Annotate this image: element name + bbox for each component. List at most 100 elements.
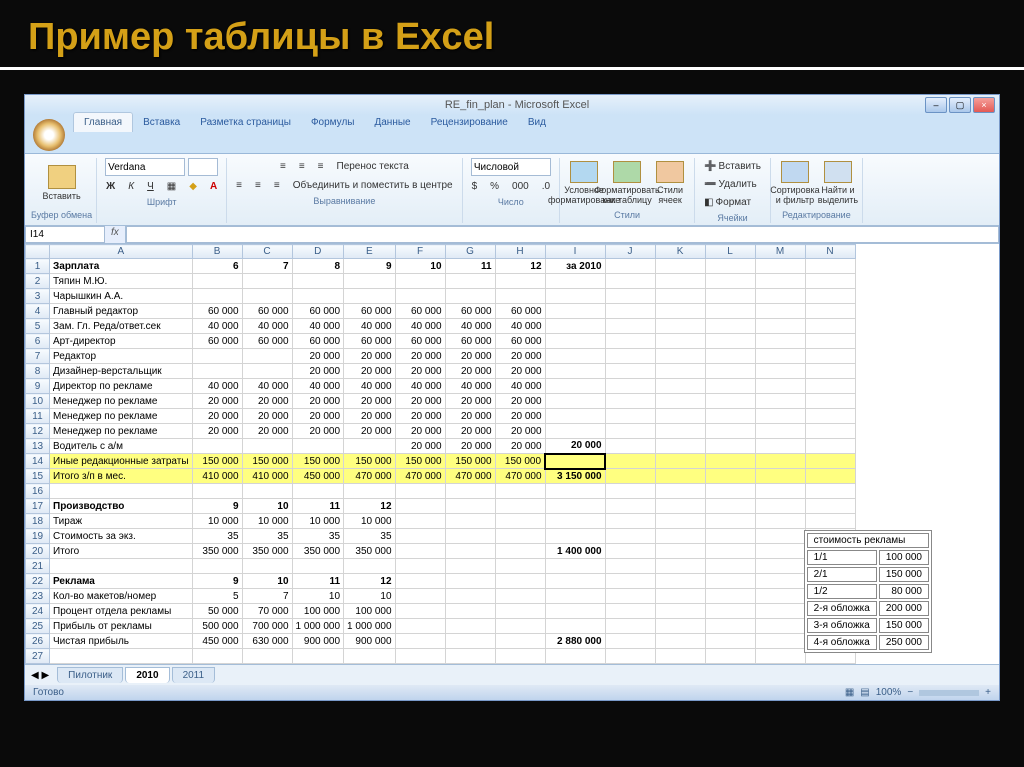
cell-E18[interactable]: 10 000 xyxy=(344,514,396,529)
font-size-combo[interactable] xyxy=(188,158,218,176)
cell-H19[interactable] xyxy=(495,529,545,544)
cell-A12[interactable]: Менеджер по рекламе xyxy=(50,424,193,439)
cell-G22[interactable] xyxy=(445,574,495,589)
cell-B5[interactable]: 40 000 xyxy=(192,319,242,334)
cell-A2[interactable]: Тяпин М.Ю. xyxy=(50,274,193,289)
cell-M24[interactable] xyxy=(755,604,805,619)
cell-B3[interactable] xyxy=(192,289,242,304)
row-header-10[interactable]: 10 xyxy=(26,394,50,409)
row-header-7[interactable]: 7 xyxy=(26,349,50,364)
cell-H26[interactable] xyxy=(495,634,545,649)
cell-K17[interactable] xyxy=(655,499,705,514)
cell-K24[interactable] xyxy=(655,604,705,619)
cell-M6[interactable] xyxy=(755,334,805,349)
cell-A13[interactable]: Водитель с а/м xyxy=(50,439,193,454)
cell-I2[interactable] xyxy=(545,274,605,289)
cell-M3[interactable] xyxy=(755,289,805,304)
cell-H27[interactable] xyxy=(495,649,545,664)
cell-G17[interactable] xyxy=(445,499,495,514)
cell-B1[interactable]: 6 xyxy=(192,259,242,274)
cell-K25[interactable] xyxy=(655,619,705,634)
cell-I20[interactable]: 1 400 000 xyxy=(545,544,605,559)
cell-K8[interactable] xyxy=(655,364,705,379)
cell-D14[interactable]: 150 000 xyxy=(292,454,344,469)
col-header-A[interactable]: A xyxy=(50,245,193,259)
row-header-16[interactable]: 16 xyxy=(26,484,50,499)
row-header-12[interactable]: 12 xyxy=(26,424,50,439)
cell-C17[interactable]: 10 xyxy=(242,499,292,514)
cell-G5[interactable]: 40 000 xyxy=(445,319,495,334)
cell-G25[interactable] xyxy=(445,619,495,634)
cell-H15[interactable]: 470 000 xyxy=(495,469,545,484)
cell-G15[interactable]: 470 000 xyxy=(445,469,495,484)
cell-G3[interactable] xyxy=(445,289,495,304)
cell-K15[interactable] xyxy=(655,469,705,484)
sheet-tab-2010[interactable]: 2010 xyxy=(125,667,169,683)
row-header-4[interactable]: 4 xyxy=(26,304,50,319)
col-header-E[interactable]: E xyxy=(344,245,396,259)
row-header-21[interactable]: 21 xyxy=(26,559,50,574)
cell-E5[interactable]: 40 000 xyxy=(344,319,396,334)
cell-E2[interactable] xyxy=(344,274,396,289)
cell-K11[interactable] xyxy=(655,409,705,424)
cell-H25[interactable] xyxy=(495,619,545,634)
col-header-B[interactable]: B xyxy=(192,245,242,259)
align-top-button[interactable]: ≡ xyxy=(275,158,291,175)
cell-I16[interactable] xyxy=(545,484,605,499)
cell-B16[interactable] xyxy=(192,484,242,499)
sort-filter-button[interactable]: Сортировка и фильтр xyxy=(775,158,815,208)
cell-J27[interactable] xyxy=(605,649,655,664)
cell-M23[interactable] xyxy=(755,589,805,604)
cell-F3[interactable] xyxy=(395,289,445,304)
cell-I3[interactable] xyxy=(545,289,605,304)
col-header-C[interactable]: C xyxy=(242,245,292,259)
cell-E23[interactable]: 10 xyxy=(344,589,396,604)
cell-F18[interactable] xyxy=(395,514,445,529)
cell-F26[interactable] xyxy=(395,634,445,649)
cell-K7[interactable] xyxy=(655,349,705,364)
cell-C19[interactable]: 35 xyxy=(242,529,292,544)
cell-I24[interactable] xyxy=(545,604,605,619)
cell-N18[interactable] xyxy=(805,514,855,529)
zoom-in-button[interactable]: + xyxy=(985,687,991,698)
cell-K10[interactable] xyxy=(655,394,705,409)
cell-G7[interactable]: 20 000 xyxy=(445,349,495,364)
cell-M4[interactable] xyxy=(755,304,805,319)
cell-G11[interactable]: 20 000 xyxy=(445,409,495,424)
insert-cells-button[interactable]: ➕ Вставить xyxy=(699,158,766,175)
cell-G18[interactable] xyxy=(445,514,495,529)
cell-C6[interactable]: 60 000 xyxy=(242,334,292,349)
cell-K16[interactable] xyxy=(655,484,705,499)
cell-N7[interactable] xyxy=(805,349,855,364)
cell-B7[interactable] xyxy=(192,349,242,364)
cell-A25[interactable]: Прибыль от рекламы xyxy=(50,619,193,634)
cell-D11[interactable]: 20 000 xyxy=(292,409,344,424)
percent-button[interactable]: % xyxy=(485,178,504,195)
cell-J4[interactable] xyxy=(605,304,655,319)
cell-A24[interactable]: Процент отдела рекламы xyxy=(50,604,193,619)
cell-E14[interactable]: 150 000 xyxy=(344,454,396,469)
cell-N15[interactable] xyxy=(805,469,855,484)
cell-M17[interactable] xyxy=(755,499,805,514)
cell-M1[interactable] xyxy=(755,259,805,274)
cell-G14[interactable]: 150 000 xyxy=(445,454,495,469)
close-button[interactable]: × xyxy=(973,97,995,113)
cell-J14[interactable] xyxy=(605,454,655,469)
cell-D19[interactable]: 35 xyxy=(292,529,344,544)
cell-J5[interactable] xyxy=(605,319,655,334)
row-header-8[interactable]: 8 xyxy=(26,364,50,379)
cell-N10[interactable] xyxy=(805,394,855,409)
cell-N12[interactable] xyxy=(805,424,855,439)
format-cells-button[interactable]: ◧ Формат xyxy=(699,194,766,211)
cell-E4[interactable]: 60 000 xyxy=(344,304,396,319)
cell-H13[interactable]: 20 000 xyxy=(495,439,545,454)
cell-M12[interactable] xyxy=(755,424,805,439)
cell-A27[interactable] xyxy=(50,649,193,664)
ribbon-tab-3[interactable]: Формулы xyxy=(301,113,365,132)
row-header-6[interactable]: 6 xyxy=(26,334,50,349)
cell-F21[interactable] xyxy=(395,559,445,574)
cell-A9[interactable]: Директор по рекламе xyxy=(50,379,193,394)
cell-J12[interactable] xyxy=(605,424,655,439)
cell-F8[interactable]: 20 000 xyxy=(395,364,445,379)
col-header-K[interactable]: K xyxy=(655,245,705,259)
